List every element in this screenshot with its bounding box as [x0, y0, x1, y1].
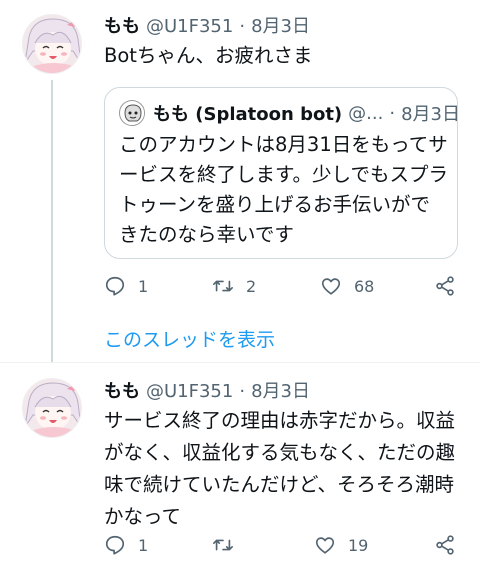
tweet-text: サービス終了の理由は赤字だから。収益がなく、収益化する気もなく、ただの趣味で続け…	[104, 409, 456, 528]
timestamp[interactable]: 8月3日	[251, 12, 310, 38]
thread-line	[51, 80, 53, 362]
username[interactable]: @U1F351	[146, 16, 233, 37]
separator-dot: ·	[239, 381, 246, 402]
reply-count: 1	[138, 276, 149, 296]
share-icon	[436, 276, 454, 296]
tweet-header: もも @U1F351 · 8月3日	[104, 12, 310, 38]
retweet-button[interactable]	[212, 534, 246, 556]
quoted-tweet-header: もも (Splatoon bot) @... · 8月3日	[119, 100, 460, 126]
like-button[interactable]: 68	[320, 275, 374, 297]
share-icon	[436, 535, 454, 555]
separator-dot: ·	[389, 102, 396, 124]
quoted-tweet-text: このアカウントは8月31日をもってサービスを終了します。少しでもスプラトゥーンを…	[119, 133, 448, 246]
tweet-actions: 1 2 68	[104, 275, 460, 305]
retweet-icon	[213, 280, 233, 292]
quoted-avatar	[119, 100, 145, 126]
tweet-text: Botちゃん、お疲れさま	[104, 44, 313, 67]
avatar-illustration-icon	[23, 379, 81, 437]
avatar-illustration-icon	[23, 15, 81, 73]
like-count: 19	[348, 535, 369, 555]
retweet-button[interactable]: 2	[212, 275, 256, 297]
quoted-tweet[interactable]: もも (Splatoon bot) @... · 8月3日 このアカウントは8月…	[104, 87, 460, 259]
reply-button[interactable]: 1	[104, 275, 148, 297]
timestamp[interactable]: 8月3日	[251, 377, 310, 403]
separator-dot: ·	[239, 16, 246, 37]
share-button[interactable]	[434, 275, 456, 297]
reply-icon	[105, 535, 125, 555]
show-thread-link[interactable]: このスレッドを表示	[104, 325, 275, 352]
like-button[interactable]: 19	[314, 534, 368, 556]
avatar[interactable]	[22, 378, 82, 438]
display-name[interactable]: もも	[104, 377, 140, 403]
reply-icon	[105, 276, 125, 296]
retweet-icon	[213, 539, 233, 551]
reply-button[interactable]: 1	[104, 534, 148, 556]
tweet-actions: 1 19	[104, 534, 460, 564]
tweet-1[interactable]: もも @U1F351 · 8月3日 Botちゃん、お疲れさま もも (Splat…	[0, 0, 480, 362]
tweet-header: もも @U1F351 · 8月3日	[104, 377, 310, 403]
display-name[interactable]: もも	[104, 12, 140, 38]
username[interactable]: @U1F351	[146, 381, 233, 402]
like-icon	[321, 278, 341, 295]
retweet-count: 2	[246, 276, 257, 296]
quoted-username: @...	[348, 102, 384, 124]
avatar[interactable]	[22, 14, 82, 74]
quoted-timestamp: 8月3日	[401, 104, 460, 125]
share-button[interactable]	[434, 534, 456, 556]
reply-count: 1	[138, 535, 149, 555]
quoted-avatar-icon	[121, 102, 144, 125]
like-icon	[315, 537, 335, 554]
like-count: 68	[354, 276, 375, 296]
quoted-display-name: もも (Splatoon bot)	[153, 104, 343, 125]
tweet-2[interactable]: もも @U1F351 · 8月3日 サービス終了の理由は赤字だから。収益がなく、…	[0, 363, 480, 578]
